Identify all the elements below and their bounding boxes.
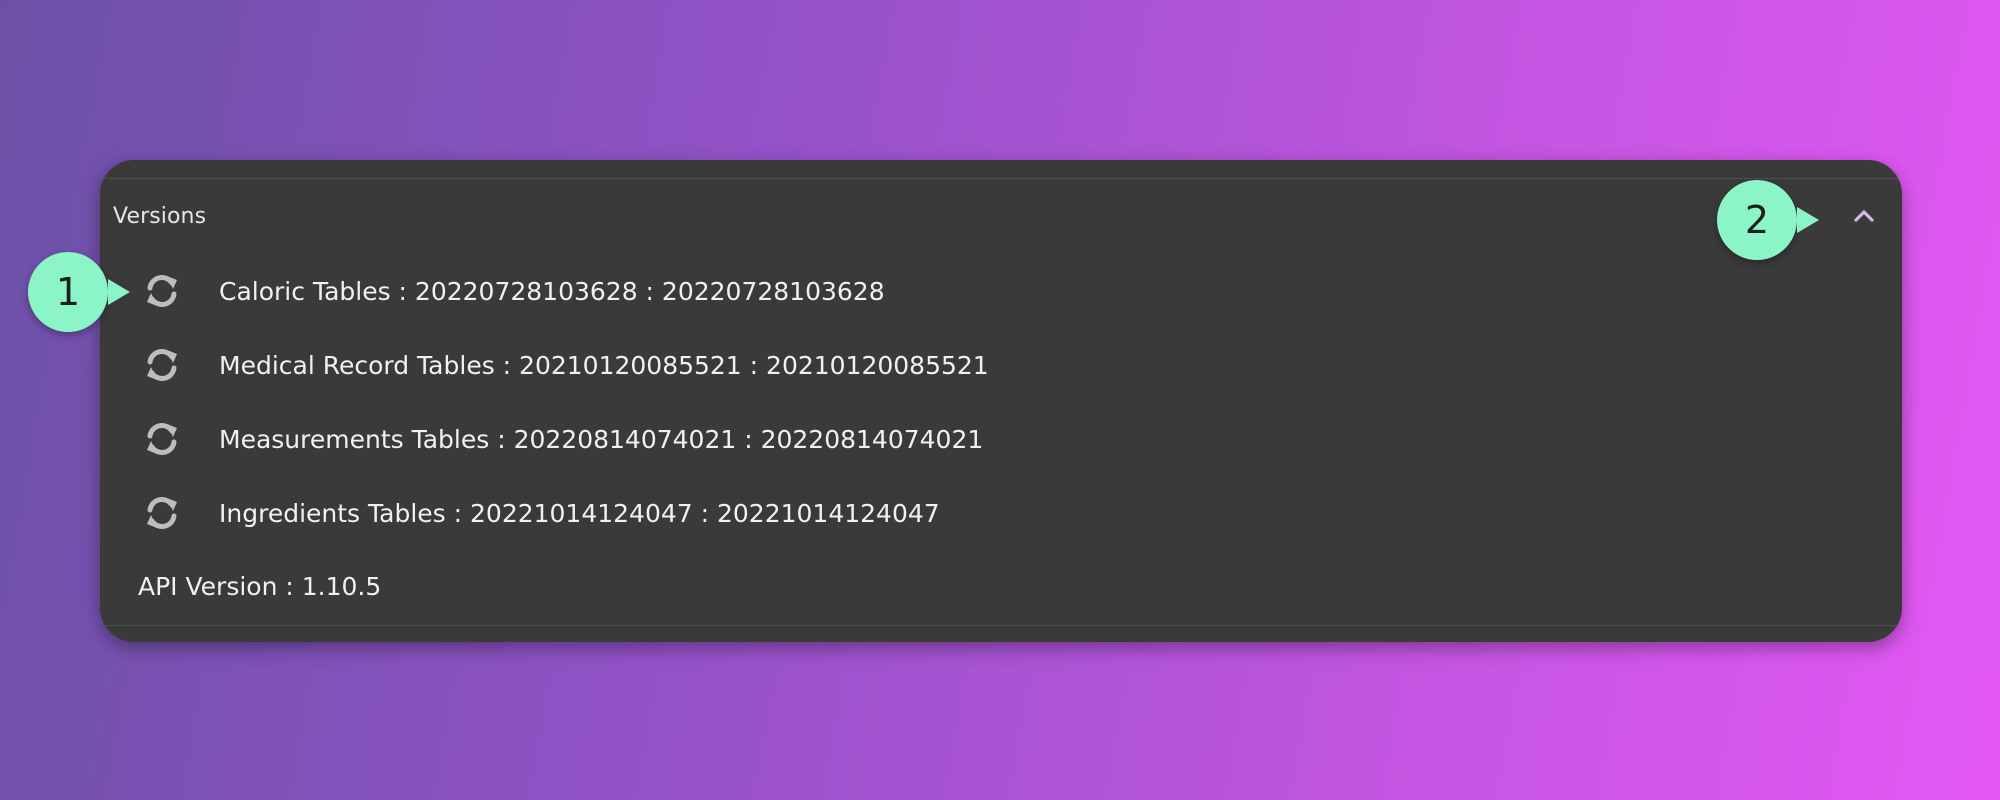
version-row-caloric: Caloric Tables : 20220728103628 : 202207… — [140, 266, 885, 316]
version-label: Medical Record Tables : 20210120085521 :… — [219, 350, 989, 380]
chevron-up-icon — [1854, 210, 1874, 222]
refresh-icon[interactable] — [140, 417, 184, 461]
callout-number: 1 — [55, 270, 81, 314]
refresh-icon[interactable] — [140, 491, 184, 535]
versions-panel: Versions Caloric Tables : 20220728103628… — [100, 160, 1902, 642]
callout-arrow-1 — [108, 279, 130, 305]
api-version-label: API Version : 1.10.5 — [138, 572, 382, 601]
refresh-icon[interactable] — [140, 343, 184, 387]
panel-bottom-divider — [100, 625, 1902, 626]
version-label: Measurements Tables : 20220814074021 : 2… — [219, 424, 984, 454]
collapse-button[interactable] — [1848, 200, 1880, 232]
version-row-measurements: Measurements Tables : 20220814074021 : 2… — [140, 414, 983, 464]
panel-top-divider — [100, 178, 1902, 179]
version-row-medical-record: Medical Record Tables : 20210120085521 :… — [140, 340, 989, 390]
version-row-ingredients: Ingredients Tables : 20221014124047 : 20… — [140, 488, 940, 538]
callout-badge-2: 2 — [1717, 180, 1797, 260]
callout-number: 2 — [1744, 198, 1770, 242]
version-label: Caloric Tables : 20220728103628 : 202207… — [219, 276, 885, 306]
refresh-icon[interactable] — [140, 269, 184, 313]
versions-title: Versions — [113, 204, 207, 229]
callout-arrow-2 — [1797, 207, 1819, 233]
version-label: Ingredients Tables : 20221014124047 : 20… — [219, 498, 940, 528]
callout-badge-1: 1 — [28, 252, 108, 332]
